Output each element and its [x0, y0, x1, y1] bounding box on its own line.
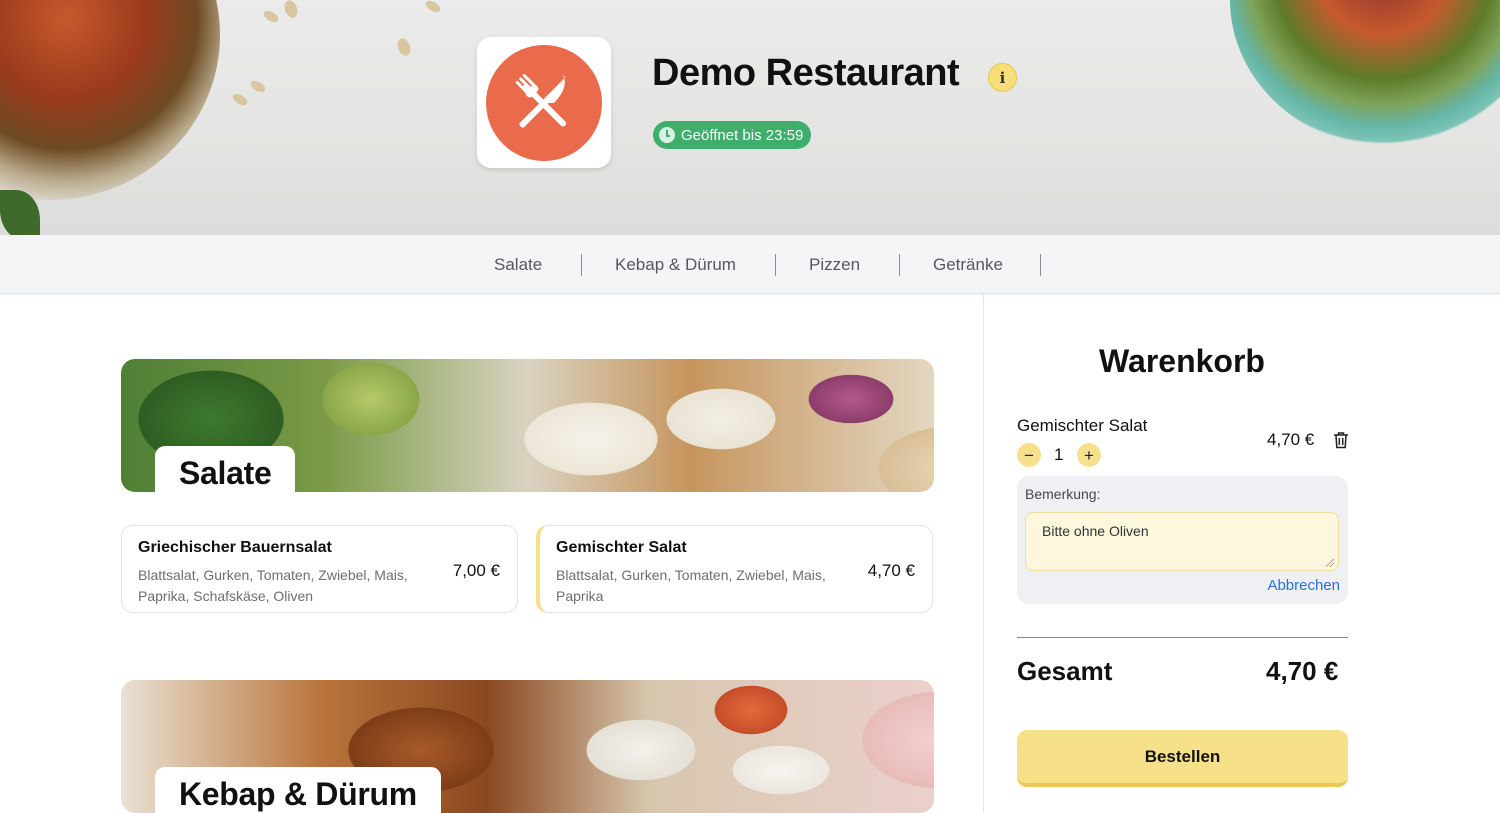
- nav-separator: [775, 254, 776, 276]
- remark-input[interactable]: Bitte ohne Oliven: [1025, 512, 1339, 571]
- hero-banner: [0, 0, 1500, 235]
- dish-description: Blattsalat, Gurken, Tomaten, Zwiebel, Ma…: [138, 567, 408, 604]
- nav-separator: [581, 254, 582, 276]
- section-banner-salate: Salate: [121, 359, 934, 492]
- dish-price: 7,00 €: [452, 561, 500, 580]
- dish-price: 4,70 €: [867, 561, 915, 580]
- section-title: Salate: [155, 446, 296, 492]
- logo-circle: [486, 44, 602, 161]
- info-icon[interactable]: i: [988, 63, 1017, 92]
- section-title: Kebap & Dürum: [155, 767, 441, 813]
- cutlery-icon: [515, 72, 567, 128]
- food-bowl-image-right: [1230, 0, 1500, 150]
- seed-decoration: [248, 78, 268, 95]
- dish-name: Gemischter Salat: [556, 539, 687, 556]
- dish-card-griechischer-bauernsalat[interactable]: Griechischer Bauernsalat Blattsalat, Gur…: [121, 525, 518, 613]
- decrement-quantity-button[interactable]: −: [1017, 443, 1041, 467]
- food-bowl-image-left: [0, 0, 220, 200]
- dish-name: Griechischer Bauernsalat: [138, 539, 332, 556]
- total-label: Gesamt: [1017, 656, 1113, 686]
- increment-quantity-button[interactable]: +: [1077, 443, 1101, 467]
- dish-card-gemischter-salat[interactable]: Gemischter Salat Blattsalat, Gurken, Tom…: [536, 525, 933, 613]
- seed-decoration: [395, 36, 413, 58]
- remark-box: Bemerkung: Bitte ohne Oliven Abbrechen: [1017, 476, 1348, 604]
- remark-label: Bemerkung:: [1025, 486, 1101, 502]
- cancel-remark-link[interactable]: Abbrechen: [1267, 577, 1340, 594]
- opening-status-text: Geöffnet bis 23:59: [681, 126, 804, 144]
- nav-separator: [899, 254, 900, 276]
- nav-item-getraenke[interactable]: Getränke: [933, 255, 1003, 275]
- opening-status-badge: Geöffnet bis 23:59: [653, 121, 812, 149]
- section-banner-kebap-duerum: Kebap & Dürum: [121, 680, 934, 813]
- seed-decoration: [423, 0, 443, 15]
- quantity-value: 1: [1054, 445, 1064, 464]
- nav-item-pizzen[interactable]: Pizzen: [809, 255, 860, 275]
- clock-icon: [659, 127, 675, 143]
- trash-icon[interactable]: [1333, 431, 1349, 449]
- nav-item-salate[interactable]: Salate: [494, 255, 542, 275]
- seed-decoration: [282, 0, 300, 20]
- category-nav: Salate Kebap & Dürum Pizzen Getränke: [0, 235, 1500, 294]
- menu-cart-divider: [983, 294, 984, 813]
- textarea-resize-handle[interactable]: [1326, 559, 1334, 567]
- restaurant-logo: [477, 37, 611, 168]
- seed-decoration: [230, 91, 250, 108]
- seed-decoration: [261, 8, 281, 25]
- nav-item-kebap-duerum[interactable]: Kebap & Dürum: [615, 255, 736, 275]
- restaurant-name: Demo Restaurant: [652, 52, 960, 94]
- cart-separator: [1017, 637, 1348, 638]
- dish-description: Blattsalat, Gurken, Tomaten, Zwiebel, Ma…: [556, 567, 826, 604]
- cart-item-price: 4,70 €: [1267, 430, 1315, 449]
- nav-separator: [1040, 254, 1041, 276]
- total-value: 4,70 €: [1266, 656, 1339, 686]
- cart-title: Warenkorb: [1099, 343, 1265, 379]
- order-button[interactable]: Bestellen: [1017, 730, 1348, 787]
- cart-item-name: Gemischter Salat: [1017, 416, 1148, 435]
